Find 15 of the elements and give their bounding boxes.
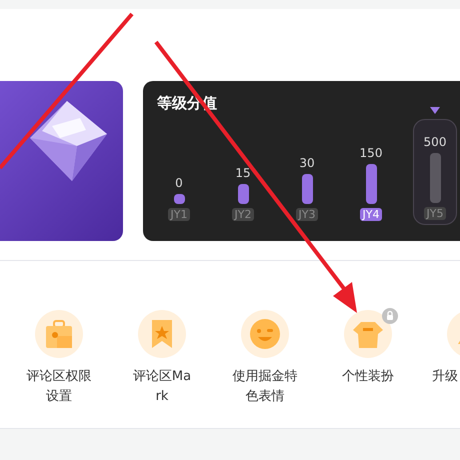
level-tag[interactable]: JY4 [360,208,382,221]
level-value: 15 [235,166,251,180]
level-value: 30 [299,156,315,170]
privilege-label: 评论区权限设置 [26,368,92,406]
level-tag[interactable]: JY1 [168,208,190,221]
level-value: 0 [175,176,183,190]
privilege-label: 使用掘金特色表情 [232,368,298,406]
privilege-label: 评论区Mark [132,368,192,406]
level-tag[interactable]: JY5 [424,207,446,220]
level-tag[interactable]: JY3 [296,208,318,221]
privilege-label: 升级 [432,368,458,386]
level-value: 150 [360,146,382,160]
privilege-label: 个性装扮 [342,368,394,386]
level-value: 500 [424,135,446,149]
level-tag[interactable]: JY2 [232,208,254,221]
